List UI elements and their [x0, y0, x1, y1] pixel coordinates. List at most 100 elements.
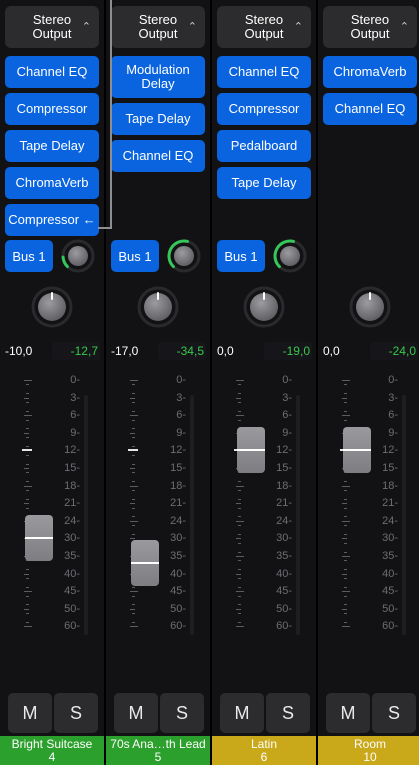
volume-fader-handle[interactable] — [343, 427, 371, 474]
minor-tick — [132, 622, 135, 623]
scale-tick — [24, 573, 29, 575]
minor-tick — [344, 578, 347, 579]
scale-tick — [130, 485, 138, 487]
peak-readout[interactable]: -19,0 — [264, 342, 312, 360]
scale-label: 12- — [170, 444, 186, 457]
volume-fader-handle[interactable] — [131, 540, 159, 587]
track-name-plate[interactable]: Room 10 — [318, 736, 419, 765]
send-level-knob[interactable] — [166, 238, 202, 274]
mixer: Stereo Output ⌃ Channel EQ Compressor Tape D… — [0, 0, 419, 765]
scale-label: 18- — [170, 479, 186, 492]
minor-tick — [26, 419, 29, 421]
mute-button[interactable]: M — [326, 693, 370, 733]
scale-label: 3- — [282, 391, 292, 404]
plugin-slot[interactable]: Modulation Delay — [111, 56, 205, 98]
scale-tick — [342, 538, 347, 540]
plugin-slot[interactable]: Tape Delay — [111, 103, 205, 135]
level-meter — [296, 395, 300, 635]
minor-tick — [238, 534, 241, 535]
plugin-slot[interactable]: Tape Delay — [5, 130, 99, 162]
track-name-plate[interactable]: Latin 6 — [212, 736, 316, 765]
plugin-slot[interactable]: ChromaVerb — [5, 167, 99, 199]
mute-button[interactable]: M — [8, 693, 52, 733]
track-name-plate[interactable]: 70s Ana…th Lead 5 — [106, 736, 210, 765]
mute-button[interactable]: M — [114, 693, 158, 733]
scale-tick — [130, 520, 138, 522]
output-selector-button[interactable]: Stereo Output ⌃ — [217, 6, 311, 48]
channel-strip: Stereo Output ⌃ ChromaVerb Channel EQ 0,0 -2… — [318, 0, 419, 765]
output-selector-button[interactable]: Stereo Output ⌃ — [323, 6, 417, 48]
level-meter — [84, 395, 88, 635]
output-selector-label: Stereo Output — [138, 12, 178, 41]
peak-readout[interactable]: -34,5 — [158, 342, 206, 360]
pan-knob[interactable] — [348, 285, 392, 329]
solo-button[interactable]: S — [160, 693, 204, 733]
mute-button[interactable]: M — [220, 693, 264, 733]
scale-label: 24- — [170, 514, 186, 527]
minor-tick — [26, 622, 29, 623]
bus-send-button[interactable]: Bus 1 — [111, 240, 159, 272]
minor-tick — [26, 481, 29, 483]
bus-send-button[interactable]: Bus 1 — [5, 240, 53, 272]
output-selector-label: Stereo Output — [350, 12, 390, 41]
minor-tick — [132, 595, 135, 597]
track-number: 4 — [48, 749, 56, 764]
pan-knob[interactable] — [242, 285, 286, 329]
plugin-slot[interactable]: ChromaVerb — [323, 56, 417, 88]
track-number: 5 — [154, 749, 162, 764]
scale-label: 35- — [276, 550, 292, 562]
scale-label: 35- — [170, 550, 186, 562]
peak-readout[interactable]: -12,7 — [52, 342, 100, 360]
minor-tick — [344, 534, 347, 535]
volume-fader-handle[interactable] — [25, 515, 53, 562]
minor-tick — [26, 586, 29, 588]
plugin-slot[interactable]: Channel EQ — [323, 93, 417, 125]
minor-tick — [344, 490, 347, 491]
scale-label: 3- — [388, 391, 398, 404]
minor-tick — [238, 551, 241, 553]
send-level-knob[interactable] — [60, 238, 96, 274]
minor-tick — [26, 410, 29, 412]
plugin-slot[interactable]: Tape Delay — [217, 167, 311, 199]
track-name-plate[interactable]: Bright Suitcase 4 — [0, 736, 104, 765]
track-number: 10 — [363, 749, 377, 764]
scale-tick — [130, 503, 135, 505]
plugin-slot[interactable]: Channel EQ — [111, 140, 205, 172]
drag-indicator-line — [110, 0, 112, 228]
minor-tick — [132, 516, 135, 518]
scale-tick — [342, 380, 350, 381]
pan-knob[interactable] — [136, 285, 180, 329]
minor-tick — [344, 516, 347, 518]
track-name: Latin — [250, 736, 278, 751]
minor-tick — [132, 463, 135, 465]
up-down-chevron-icon: ⌃ — [399, 21, 409, 33]
peak-readout[interactable]: -24,0 — [370, 342, 418, 360]
solo-button[interactable]: S — [266, 693, 310, 733]
track-name: Room — [353, 736, 386, 751]
scale-label: 60- — [276, 620, 292, 633]
volume-fader-handle[interactable] — [237, 427, 265, 474]
send-level-knob[interactable] — [272, 238, 308, 274]
scale-tick — [236, 380, 244, 381]
scale-label: 15- — [170, 462, 186, 474]
minor-tick — [26, 454, 29, 456]
pan-knob[interactable] — [30, 285, 74, 329]
solo-button[interactable]: S — [372, 693, 416, 733]
plugin-slot[interactable]: Compressor — [5, 93, 99, 125]
unity-gain-mark — [128, 449, 138, 452]
minor-tick — [238, 507, 241, 509]
plugin-slot[interactable]: Channel EQ — [217, 56, 311, 88]
bus-send-button[interactable]: Bus 1 — [217, 240, 265, 272]
scale-tick — [236, 503, 241, 505]
plugin-slot[interactable]: Channel EQ — [5, 56, 99, 88]
solo-button[interactable]: S — [54, 693, 98, 733]
minor-tick — [132, 393, 135, 395]
scale-tick — [236, 573, 241, 575]
plugin-slot[interactable]: Compressor ← — [5, 204, 99, 236]
plugin-slot[interactable]: Compressor — [217, 93, 311, 125]
minor-tick — [238, 498, 241, 500]
volume-readout: -17,0 — [111, 344, 139, 358]
output-selector-button[interactable]: Stereo Output ⌃ — [5, 6, 99, 48]
output-selector-button[interactable]: Stereo Output ⌃ — [111, 6, 205, 48]
plugin-slot[interactable]: Pedalboard — [217, 130, 311, 162]
